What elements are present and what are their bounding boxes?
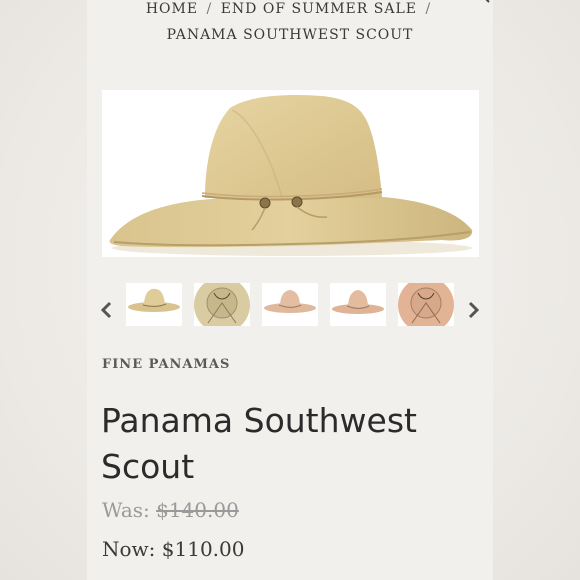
thumbnail-2[interactable] (194, 283, 250, 326)
hat-interior-tan-thumb (194, 283, 250, 326)
breadcrumb-separator: / (206, 1, 213, 17)
product-title-line-1: Panama Southwest (101, 401, 417, 440)
chevron-left-icon[interactable] (99, 300, 113, 320)
thumbnail-3[interactable] (262, 283, 318, 326)
chevron-right-icon[interactable] (467, 300, 481, 320)
thumbnail-1[interactable] (126, 283, 182, 326)
sale-price: $110.00 (161, 537, 245, 561)
original-price: $140.00 (156, 498, 239, 522)
hat-interior-pink-thumb (398, 283, 454, 326)
breadcrumb: HOME / END OF SUMMER SALE / PANAMA SOUTH… (87, 0, 493, 48)
vendor-label[interactable]: FINE PANAMAS (102, 357, 230, 372)
breadcrumb-collection[interactable]: END OF SUMMER SALE (221, 1, 417, 17)
now-price: Now: $110.00 (102, 537, 244, 561)
was-price: Was: $140.00 (102, 498, 239, 522)
product-title-line-2: Scout (101, 447, 195, 486)
breadcrumb-current: PANAMA SOUTHWEST SCOUT (166, 27, 414, 43)
thumbnail-5[interactable] (398, 283, 454, 326)
hat-pinkish-side-2-thumb (332, 290, 384, 314)
straw-hat-image (109, 95, 473, 256)
thumbnail-4[interactable] (330, 283, 386, 326)
main-product-image[interactable] (102, 90, 479, 257)
product-page: HOME / END OF SUMMER SALE / PANAMA SOUTH… (87, 0, 493, 580)
now-label: Now: (102, 537, 156, 561)
was-label: Was: (102, 498, 150, 522)
breadcrumb-home[interactable]: HOME (146, 1, 198, 17)
thumbnail-strip (87, 280, 493, 328)
product-title: Panama Southwest Scout (101, 398, 481, 490)
breadcrumb-separator: / (425, 1, 432, 17)
hat-pinkish-side-thumb (264, 290, 316, 313)
straw-hat-side-thumb (128, 288, 180, 312)
